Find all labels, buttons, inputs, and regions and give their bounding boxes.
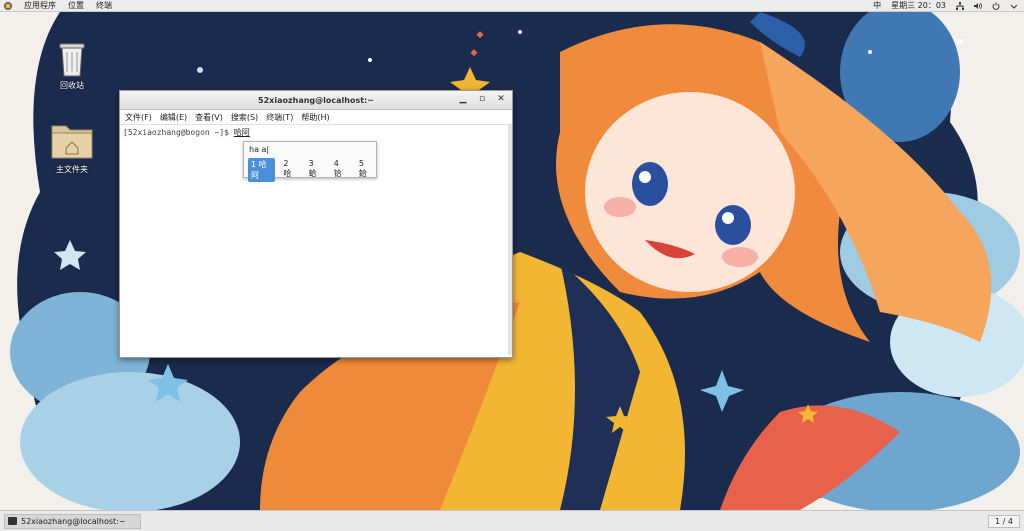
ime-pinyin-input: ha a| (249, 145, 270, 154)
workspace-switcher[interactable]: 1 / 4 (988, 514, 1020, 528)
ime-candidate-1[interactable]: 1 哈阿 (248, 158, 276, 182)
taskbar-window-terminal[interactable]: 52xiaozhang@localhost:~ (4, 513, 141, 529)
menu-terminal-menu[interactable]: 终端(T) (266, 112, 293, 123)
maximize-icon[interactable]: ▫ (477, 94, 487, 104)
terminal-titlebar[interactable]: 52xiaozhang@localhost:~ ▁ ▫ ✕ (120, 91, 512, 110)
ime-candidate-3[interactable]: 3 蛤 (306, 158, 326, 182)
volume-icon[interactable] (974, 2, 982, 10)
menu-view[interactable]: 查看(V) (195, 112, 223, 123)
ime-candidate-2[interactable]: 2 哈 (280, 158, 300, 182)
top-panel: 应用程序 位置 终端 中 星期三 20：03 (0, 0, 1024, 12)
menu-edit[interactable]: 编辑(E) (160, 112, 187, 123)
menu-places-label: 位置 (68, 1, 84, 10)
terminal-menubar: 文件(F) 编辑(E) 查看(V) 搜索(S) 终端(T) 帮助(H) (120, 110, 512, 125)
minimize-icon[interactable]: ▁ (458, 94, 468, 104)
desktop-icon-trash-label: 回收站 (60, 81, 84, 90)
menu-terminal[interactable]: 终端 (96, 0, 112, 11)
menu-search[interactable]: 搜索(S) (231, 112, 258, 123)
menu-file[interactable]: 文件(F) (125, 112, 152, 123)
input-method-indicator[interactable]: 中 (873, 0, 881, 11)
power-icon[interactable] (992, 2, 1000, 10)
menu-places[interactable]: 位置 (68, 0, 84, 11)
close-icon[interactable]: ✕ (496, 94, 506, 104)
ime-preedit-text: 哈阿 (233, 128, 250, 137)
terminal-window[interactable]: 52xiaozhang@localhost:~ ▁ ▫ ✕ 文件(F) 编辑(E… (119, 90, 513, 358)
menu-terminal-label: 终端 (96, 1, 112, 10)
applications-icon[interactable] (4, 1, 12, 10)
terminal-scrollbar[interactable] (508, 125, 512, 355)
desktop-icon-trash[interactable]: 回收站 (42, 40, 102, 91)
bottom-taskbar: 52xiaozhang@localhost:~ 1 / 4 (0, 510, 1024, 531)
terminal-title: 52xiaozhang@localhost:~ (258, 95, 374, 105)
desktop-icon-home[interactable]: 主文件夹 (42, 118, 102, 175)
trash-icon (59, 43, 85, 77)
chevron-down-icon[interactable] (1010, 2, 1018, 10)
network-icon[interactable] (956, 1, 964, 10)
ime-candidate-4[interactable]: 4 铪 (331, 158, 351, 182)
home-folder-icon (51, 125, 93, 159)
terminal-icon (8, 517, 17, 525)
shell-prompt: [52xiaozhang@bogon ~]$ (123, 128, 234, 137)
ime-candidate-popup: ha a| 1 哈阿 2 哈 3 蛤 4 铪 5 鉿 (243, 141, 377, 182)
ime-candidate-5[interactable]: 5 鉿 (356, 158, 376, 182)
desktop-icon-home-label: 主文件夹 (56, 165, 88, 174)
clock[interactable]: 星期三 20：03 (891, 0, 946, 11)
menu-help[interactable]: 帮助(H) (301, 112, 329, 123)
menu-applications[interactable]: 应用程序 (24, 0, 56, 11)
taskbar-window-label: 52xiaozhang@localhost:~ (21, 516, 126, 526)
menu-applications-label: 应用程序 (24, 1, 56, 10)
